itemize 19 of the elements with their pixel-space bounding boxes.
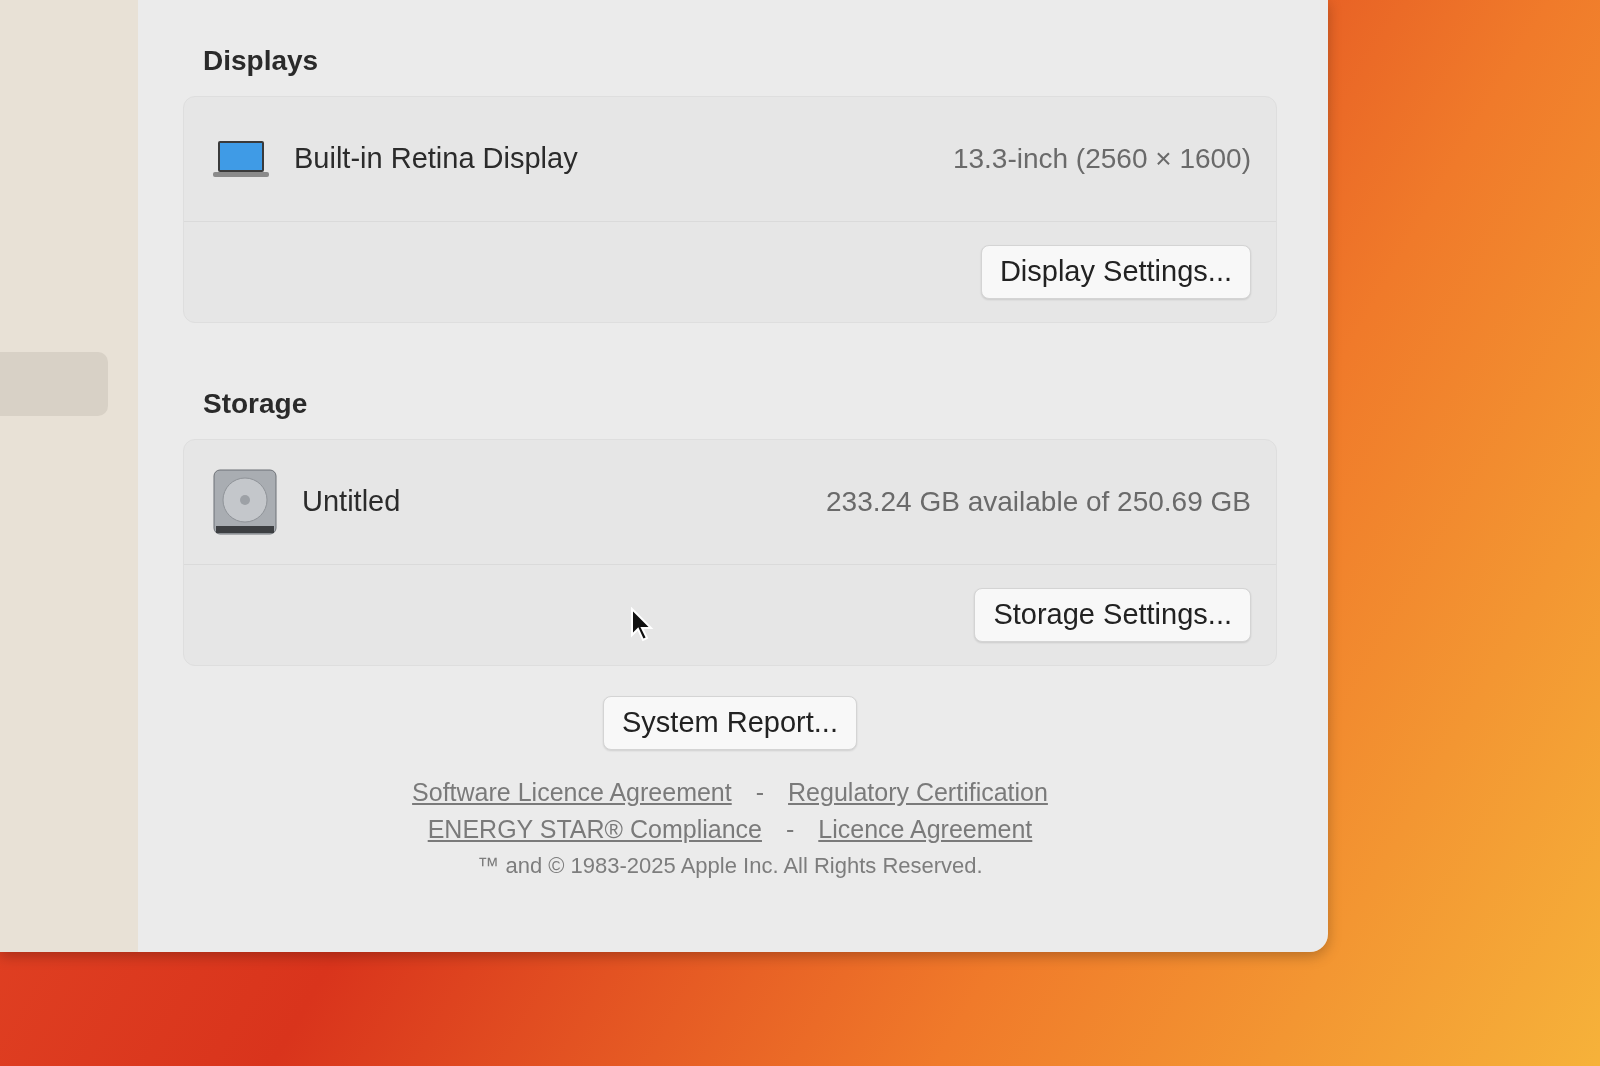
section-heading: Displays xyxy=(203,44,320,78)
laptop-icon xyxy=(212,139,270,179)
hard-drive-icon xyxy=(212,468,278,536)
separator: - xyxy=(755,776,765,808)
settings-button[interactable]: Storage Settings... xyxy=(974,588,1251,642)
mouse-pointer-icon xyxy=(630,607,654,643)
footer-link[interactable]: Licence Agreement xyxy=(818,811,1033,849)
settings-button[interactable]: Display Settings... xyxy=(980,245,1251,299)
footer-link[interactable]: Software Licence Agreement xyxy=(412,773,732,811)
section-heading: Storage xyxy=(203,387,309,421)
item-name: Built-in Retina Display xyxy=(294,141,578,177)
item-name: Untitled xyxy=(302,484,401,520)
copyright-text: ™ and © 1983-2025 Apple Inc. All Rights Reserved. xyxy=(477,851,983,880)
separator: - xyxy=(785,814,795,845)
footer-link[interactable]: ENERGY STAR® Compliance xyxy=(427,811,762,849)
item-detail: 233.24 GB available of 250.69 GB xyxy=(826,485,1251,519)
system-report-button[interactable]: System Report... xyxy=(603,696,857,750)
item-detail: 13.3-inch (2560 × 1600) xyxy=(952,142,1251,176)
footer-link[interactable]: Regulatory Certification xyxy=(788,773,1048,811)
